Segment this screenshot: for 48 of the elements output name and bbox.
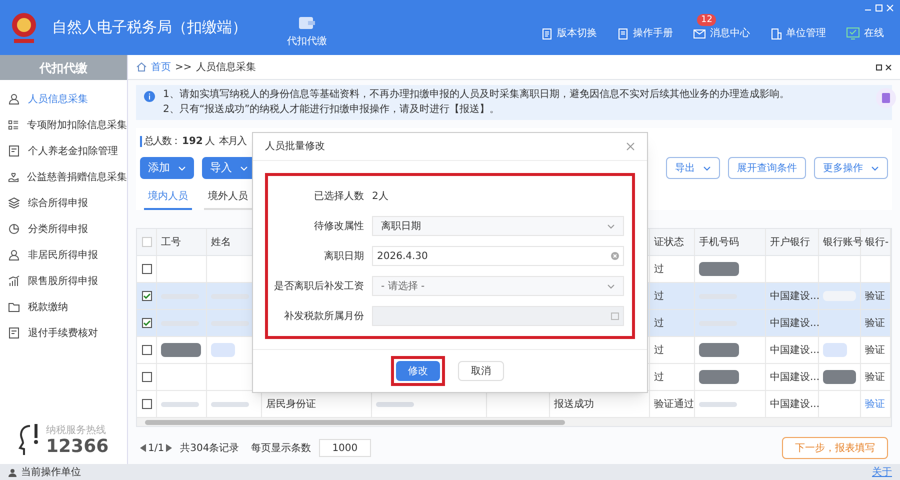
pagination-total: 共304条记录 (180, 442, 240, 456)
table-cell-text: 报送成功 (554, 398, 594, 412)
table-cell-text: 中国建设... (770, 370, 820, 384)
per-page-label: 每页显示条数 (251, 442, 312, 456)
table-cell-text: 过 (654, 290, 664, 304)
table-cell-text: 过 (654, 370, 664, 384)
field-label: 是否离职后补发工资 (274, 280, 364, 294)
summary-label: 总人数： (144, 134, 180, 149)
summary-unit: 人 (204, 135, 215, 149)
breadcrumb-current: 人员信息采集 (196, 60, 256, 74)
column-header: 开户银行 (770, 236, 810, 250)
table-cell-text: 中国建设... (770, 290, 820, 304)
field-label: 补发税款所属月份 (284, 310, 364, 324)
app-title: 自然人电子税务局（扣缴端） (52, 17, 247, 38)
field-value: 2人 (372, 190, 388, 204)
table-cell-text: 中国建设... (770, 398, 820, 412)
count-badge: 12 (697, 14, 716, 26)
table-cell-text: 验证 (865, 370, 885, 384)
status-label: 当前操作单位 (21, 466, 81, 480)
summary-count: 192 (182, 135, 203, 149)
table-cell-text: 过 (654, 344, 664, 358)
table-cell-text: 验证通过 (654, 398, 694, 412)
column-header: 银行账号 (823, 236, 863, 250)
table-cell-text: 居民身份证 (266, 398, 316, 412)
column-header: 姓名 (211, 236, 231, 250)
table-cell-text: 验证 (865, 344, 885, 358)
table-cell-text: 中国建设... (770, 316, 820, 330)
hotline-label: 纳税服务热线 (46, 424, 107, 438)
table-cell-text: 过 (654, 262, 664, 276)
pagination-page: 1/1 (148, 442, 164, 456)
field-label: 已选择人数 (314, 190, 364, 204)
field-label: 离职日期 (324, 250, 364, 264)
notice-text: 2、只有“报送成功”的纳税人才能进行扣缴申报操作，请及时进行【报送】。 (163, 104, 501, 116)
notice-text: 1、请如实填写纳税人的身份信息等基础资料，不再办理扣缴申报的人员及时采集离职日期，避免因信息不实对后续其他业务的办理造成影响。 (163, 89, 790, 101)
table-cell-text: 中国建设... (770, 344, 820, 358)
column-header: 银行- (865, 236, 889, 250)
table-cell-text: 过 (654, 316, 664, 330)
table-cell-text: 验证 (865, 316, 885, 330)
summary-extra: 本月入 (218, 134, 246, 149)
sidebar-title: 代扣代缴 (0, 55, 127, 80)
dialog-title: 人员批量修改 (265, 140, 325, 154)
column-header: 证状态 (654, 236, 684, 250)
column-header: 工号 (161, 236, 181, 250)
breadcrumb-separator: >> (175, 60, 192, 74)
hotline-number: 12366 (46, 438, 109, 456)
field-label: 待修改属性 (314, 220, 364, 234)
table-cell-text: 验证 (865, 290, 885, 304)
column-header: 手机号码 (699, 236, 739, 250)
